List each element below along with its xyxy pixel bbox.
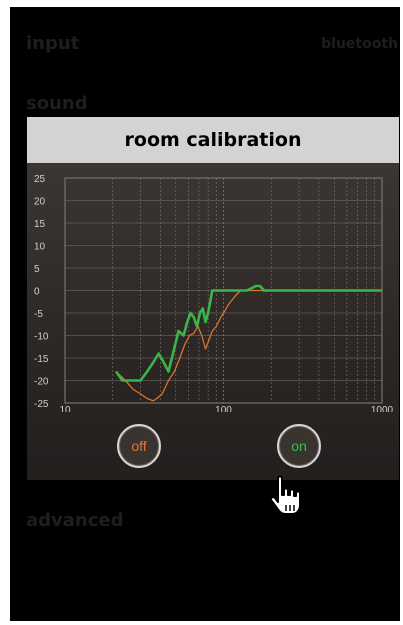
x-tick-label: 1000	[371, 405, 394, 412]
x-tick-label: 100	[215, 405, 232, 412]
y-tick-label: -5	[34, 309, 43, 320]
dialog-header: room calibration	[27, 117, 399, 163]
y-tick-label: 10	[34, 242, 46, 253]
x-tick-label: 10	[59, 405, 71, 412]
y-tick-label: 20	[34, 197, 46, 208]
y-tick-label: -10	[34, 332, 49, 343]
y-tick-label: 15	[34, 219, 46, 230]
off-button[interactable]: off	[117, 424, 161, 468]
input-value: bluetooth	[321, 36, 398, 52]
measured-response-line	[115, 289, 382, 402]
y-tick-label: -20	[34, 377, 49, 388]
y-tick-label: 5	[34, 264, 40, 275]
app-screen: input bluetooth sound advanced room cali…	[10, 7, 400, 621]
y-tick-label: -15	[34, 354, 49, 365]
calibrated-response-line	[115, 284, 382, 382]
input-label: input	[26, 33, 80, 54]
on-button[interactable]: on	[277, 424, 321, 468]
advanced-label: advanced	[26, 510, 124, 531]
dialog-title: room calibration	[124, 129, 302, 151]
advanced-row[interactable]: advanced	[10, 510, 400, 540]
y-tick-label: -25	[34, 399, 49, 410]
input-row[interactable]: input bluetooth	[10, 33, 400, 63]
y-tick-label: 25	[34, 174, 46, 185]
room-calibration-dialog: room calibration 25 20 15 10 5 0 -5 -10 -15 -20 -2…	[27, 117, 399, 480]
on-button-label: on	[291, 438, 307, 454]
hand-pointer-icon	[269, 475, 301, 515]
off-button-label: off	[131, 438, 147, 454]
y-tick-label: 0	[34, 287, 40, 298]
sound-label: sound	[26, 93, 88, 114]
calibration-chart: 25 20 15 10 5 0 -5 -10 -15 -20 -25 10 100 1000	[34, 174, 394, 412]
